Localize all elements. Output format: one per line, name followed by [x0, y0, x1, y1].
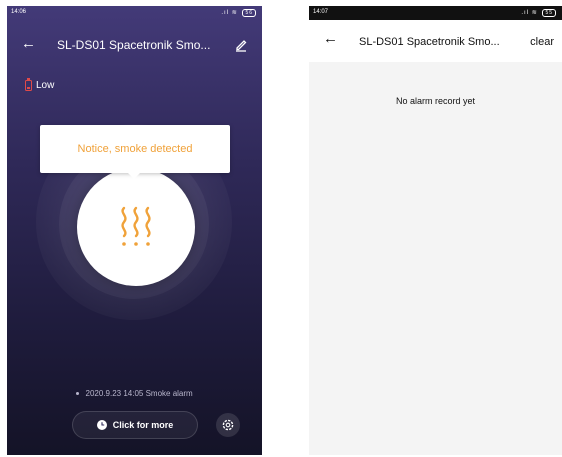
edit-icon[interactable]	[234, 38, 248, 52]
settings-icon	[222, 419, 234, 431]
wifi-icon: ≋	[531, 10, 538, 16]
smoke-notice-text: Notice, smoke detected	[77, 143, 193, 155]
battery-status-label: Low	[36, 80, 55, 91]
smoke-icon	[121, 206, 151, 246]
battery-status: Low	[25, 78, 55, 91]
wifi-icon: ≋	[231, 10, 238, 16]
device-title: SL-DS01 Spacetronik Smo...	[57, 38, 211, 52]
signal-icon: .ıl	[221, 10, 230, 16]
app-bar: ← SL-DS01 Spacetronik Smo...	[7, 32, 262, 58]
status-battery: 55	[542, 9, 556, 17]
clear-button[interactable]: clear	[530, 36, 554, 48]
last-event-text: 2020.9.23 14:05 Smoke alarm	[85, 389, 193, 398]
alarm-record-screen: 14:07 .ıl ≋ 55 ← SL-DS01 Spacetronik Smo…	[309, 6, 562, 455]
status-bar: 14:07 .ıl ≋ 55	[309, 6, 562, 20]
click-for-more-label: Click for more	[112, 420, 174, 430]
settings-button[interactable]	[216, 413, 240, 437]
status-icons: .ıl ≋ 56	[221, 9, 256, 17]
empty-message: No alarm record yet	[395, 96, 476, 106]
battery-low-icon	[25, 78, 32, 91]
event-dot	[76, 392, 80, 396]
smoke-notice: Notice, smoke detected	[40, 125, 230, 179]
signal-icon: .ıl	[521, 10, 530, 16]
status-bar: 14:06 .ıl ≋ 56	[7, 6, 262, 20]
device-title: SL-DS01 Spacetronik Smo...	[359, 36, 500, 48]
status-icons: .ıl ≋ 55	[521, 9, 556, 17]
clock-icon	[96, 420, 107, 430]
back-arrow-icon[interactable]: ←	[21, 36, 36, 52]
status-time: 14:07	[313, 9, 329, 15]
alarm-indicator	[77, 168, 195, 286]
app-bar: ← SL-DS01 Spacetronik Smo... clear	[309, 20, 562, 62]
click-for-more-button[interactable]: Click for more	[72, 411, 198, 439]
status-time: 14:06	[11, 9, 27, 15]
back-arrow-icon[interactable]: ←	[323, 31, 338, 47]
last-event: 2020.9.23 14:05 Smoke alarm	[7, 389, 262, 398]
status-battery: 56	[242, 9, 256, 17]
device-screen: 14:06 .ıl ≋ 56 ← SL-DS01 Spacetronik Smo…	[7, 6, 262, 455]
